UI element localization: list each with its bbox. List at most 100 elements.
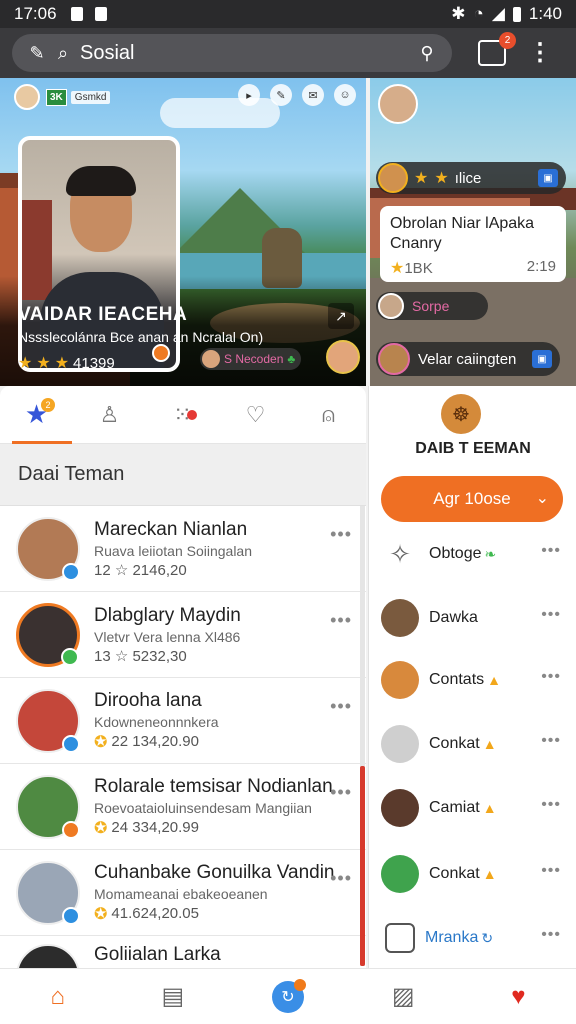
refresh-icon: ↻	[481, 929, 494, 946]
status-time: 17:06	[14, 4, 57, 23]
chat-icon[interactable]: ✉	[302, 84, 324, 106]
list-item[interactable]: Goliialan Larka	[0, 936, 366, 968]
avatar	[378, 293, 404, 319]
avatar	[202, 350, 220, 368]
more-icon[interactable]: •••	[541, 732, 561, 750]
contacts-panel: ☸ DAIB T EEMAN Agr 10ose ⌄ ✧ Obtoge ❧ ••…	[368, 386, 576, 968]
contact-label: Dawka	[429, 609, 478, 626]
board-icon[interactable]: ▤	[153, 977, 193, 1017]
hero-stats: ★ ★ ★ 41399	[18, 353, 115, 373]
chat-bubble-title: Obrolan Niar lApaka Cnanry	[390, 215, 535, 252]
more-icon[interactable]: •••	[330, 610, 352, 631]
more-icon[interactable]: •••	[330, 868, 352, 889]
nav-badge	[293, 978, 306, 991]
avatar[interactable]	[378, 84, 418, 124]
contact-item[interactable]: Camiat ▲ •••	[369, 776, 576, 840]
user-row[interactable]: Sorpe	[376, 292, 488, 320]
mic-icon[interactable]: ⚲	[414, 43, 440, 64]
more-icon[interactable]: •••	[541, 926, 561, 944]
scrollbar-thumb[interactable]	[360, 766, 365, 966]
bell-icon: ⍝	[321, 401, 336, 427]
home-icon[interactable]: ⌂	[38, 977, 78, 1017]
status-right-time: 1:40	[528, 4, 562, 23]
contact-item[interactable]: Dawka •••	[369, 586, 576, 650]
more-icon[interactable]: •••	[330, 696, 352, 717]
hero-side-banner[interactable]: ★ ★ ılice ▣ Obrolan Niar lApaka Cnanry ★…	[370, 78, 576, 386]
tv-icon: ▣	[532, 350, 552, 368]
live-row[interactable]: ★ ★ ılice ▣	[376, 162, 566, 194]
friend-subtitle: Ruava leiiotan Soiingalan	[94, 542, 252, 559]
tab-likes[interactable]: ♡	[219, 386, 292, 444]
hero-banner[interactable]: 3K Gsmkd ▸ ✎ ✉ ☺ VAIDAR IEACEHA Nsssleco…	[0, 78, 366, 386]
more-icon[interactable]: •••	[330, 524, 352, 545]
share-icon[interactable]: ↗	[328, 303, 354, 329]
hero-brand-row: 3K Gsmkd	[14, 84, 111, 110]
refresh-icon[interactable]: ↻	[268, 977, 308, 1017]
user-row-label: Sorpe	[412, 298, 450, 314]
star-icon: ★	[18, 355, 33, 372]
user-row[interactable]: Velar caiingten ▣	[376, 342, 560, 376]
star-icon: ★	[414, 170, 429, 187]
friend-meta: ✪ 41.624,20.05	[94, 905, 199, 923]
more-icon[interactable]: •••	[541, 668, 561, 686]
contact-item[interactable]: Contats ▲ •••	[369, 648, 576, 712]
medal-icon: ✪	[94, 819, 108, 837]
list-item[interactable]: Cuhanbake Gonuilka Vandin Momameanai eba…	[0, 850, 366, 936]
contact-item[interactable]: Conkat ▲ •••	[369, 712, 576, 776]
edit-icon[interactable]: ✎	[24, 43, 50, 64]
top-bar: ✎ ⌕ Sosial ⚲ 2 ⋮	[0, 28, 576, 78]
friend-name: Mareckan Nianlan	[94, 518, 248, 540]
avatar[interactable]	[326, 340, 360, 374]
verified-badge-icon	[152, 344, 170, 362]
notification-icon	[70, 7, 83, 21]
search-input[interactable]: Sosial	[80, 42, 414, 65]
play-icon[interactable]: ▸	[238, 84, 260, 106]
tab-profile[interactable]: ♙	[73, 386, 146, 444]
contact-label: Obtoge	[429, 545, 482, 562]
pin-icon[interactable]: ✎	[270, 84, 292, 106]
friend-subtitle: Kdowneneonnnkera	[94, 713, 219, 730]
list-item[interactable]: Mareckan Nianlan Ruava leiiotan Soiingal…	[0, 506, 366, 592]
more-icon[interactable]: •••	[541, 606, 561, 624]
section-title: Daai Teman	[0, 444, 366, 506]
star-icon: ★	[54, 355, 70, 372]
list-item[interactable]: Dlabglary Maydin Vletvr Vera lenna Xl486…	[0, 592, 366, 678]
scrollbar[interactable]	[360, 506, 365, 966]
more-icon[interactable]: •••	[330, 782, 352, 803]
verified-badge-icon	[62, 906, 80, 925]
avatar[interactable]: ☺	[334, 84, 356, 106]
more-icon[interactable]: •••	[541, 796, 561, 814]
hero-title: VAIDAR IEACEHA	[18, 304, 188, 325]
list-item[interactable]: Dirooha lana Kdowneneonnnkera ✪ 22 134,20…	[0, 678, 366, 764]
star-icon: ★	[390, 260, 405, 277]
more-icon[interactable]: •••	[541, 862, 561, 880]
filter-dropdown-button[interactable]: Agr 10ose ⌄	[381, 476, 563, 522]
avatar	[381, 789, 419, 827]
gallery-icon[interactable]: ▨	[383, 977, 423, 1017]
red-dot	[187, 409, 197, 420]
user-row-label: Velar caiingten	[418, 350, 517, 368]
heart-icon[interactable]: ♥	[498, 977, 538, 1017]
search-bar[interactable]: ✎ ⌕ Sosial ⚲	[12, 34, 452, 72]
heart-outline-icon: ♡	[245, 401, 266, 427]
avatar[interactable]	[14, 84, 40, 110]
inbox-icon[interactable]: 2	[478, 32, 516, 66]
brand-logo: 3K	[46, 88, 67, 106]
tab-notifications[interactable]: ⍝	[292, 386, 365, 444]
avatar	[378, 343, 410, 375]
contact-item[interactable]: Conkat ▲ •••	[369, 842, 576, 906]
contact-item[interactable]: Mranka ↻ •••	[369, 906, 576, 970]
verified-badge-icon	[62, 562, 80, 581]
contact-label: Mranka	[425, 929, 479, 946]
tab-favorites[interactable]: ★ 2	[0, 386, 73, 444]
puzzle-icon: ✧	[389, 538, 411, 569]
contact-item[interactable]: ✧ Obtoge ❧ •••	[369, 522, 576, 586]
list-item[interactable]: Rolarale temsisar Nodianlan Roevoataiolu…	[0, 764, 366, 850]
avatar	[16, 774, 80, 839]
chat-bubble[interactable]: Obrolan Niar lApaka Cnanry ★1BK 2:19	[380, 206, 566, 282]
kebab-icon[interactable]: ⋮	[528, 41, 552, 65]
hero-user-pill[interactable]: S Necoden ♣	[200, 348, 302, 370]
tab-grid[interactable]: ⁙	[146, 386, 219, 444]
more-icon[interactable]: •••	[541, 542, 561, 560]
person-icon: ♙	[99, 401, 120, 427]
